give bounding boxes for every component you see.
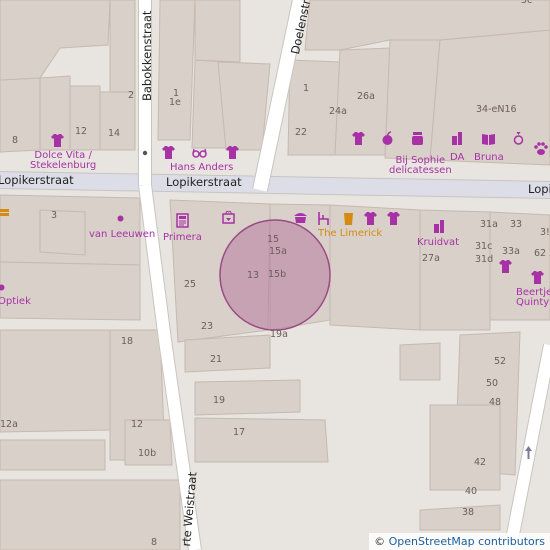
house-number: 8 bbox=[151, 537, 158, 548]
house-number: 62 bbox=[534, 248, 547, 259]
house-number: 5c bbox=[521, 0, 533, 6]
house-number: 3! bbox=[540, 227, 550, 238]
house-number: 31c bbox=[475, 241, 493, 252]
street-label-lopikerstraat-left: Lopikerstraat bbox=[0, 173, 74, 187]
house-number: 52 bbox=[494, 356, 507, 367]
poi-label-primera[interactable]: Primera bbox=[163, 233, 202, 243]
house-number: 3 bbox=[51, 210, 58, 221]
house-number: 12 bbox=[131, 419, 144, 430]
house-number: 22 bbox=[295, 127, 308, 138]
street-label-lopikerstraat-right: Lopi bbox=[528, 182, 550, 196]
circle-dot-icon[interactable] bbox=[0, 280, 9, 295]
pet-icon[interactable] bbox=[533, 141, 548, 156]
house-number: 12a bbox=[0, 419, 18, 430]
clothes-icon[interactable] bbox=[530, 270, 545, 285]
perfume-icon[interactable] bbox=[449, 131, 464, 146]
house-number: 33a bbox=[502, 246, 520, 257]
clothes-icon[interactable] bbox=[386, 211, 401, 226]
poi-label-da[interactable]: DA bbox=[450, 153, 464, 163]
house-number: 13 bbox=[247, 270, 260, 281]
street-label-babokkenstraat: Babokkenstraat bbox=[140, 10, 154, 101]
arrow-up-icon bbox=[521, 445, 536, 460]
house-number: 2 bbox=[128, 90, 135, 101]
attribution-link[interactable]: OpenStreetMap contributors bbox=[389, 535, 545, 548]
house-number: 26a bbox=[357, 91, 375, 102]
poi-label-bij-sophie[interactable]: Bij Sophie delicatessen bbox=[389, 156, 452, 176]
map-canvas[interactable]: Lopikerstraat Lopikerstraat Lopi Babokke… bbox=[0, 0, 550, 550]
house-number: 19 bbox=[213, 395, 226, 406]
ice-cream-icon[interactable] bbox=[0, 205, 10, 220]
scissors-icon[interactable] bbox=[316, 211, 331, 226]
poi-label-optiek[interactable]: Optiek bbox=[0, 297, 31, 307]
house-number: 40 bbox=[465, 486, 478, 497]
house-number: 27a bbox=[422, 253, 440, 264]
house-number: 8 bbox=[12, 135, 19, 146]
house-number: 48 bbox=[489, 397, 502, 408]
poi-label-dolce-vita[interactable]: Dolce Vita / Stekelenburg bbox=[30, 151, 96, 171]
circle-dot-icon[interactable] bbox=[113, 211, 128, 226]
poi-label-beertje-quinty[interactable]: Beertje Quinty bbox=[516, 288, 550, 308]
house-number: 17 bbox=[233, 427, 246, 438]
house-number: 50 bbox=[486, 378, 499, 389]
newspaper-icon[interactable] bbox=[175, 213, 190, 228]
house-number: 25 bbox=[184, 279, 197, 290]
building bbox=[0, 77, 41, 153]
house-number: 19a bbox=[270, 329, 288, 340]
clothes-icon[interactable] bbox=[351, 131, 366, 146]
cake-icon[interactable] bbox=[293, 209, 308, 224]
beer-icon[interactable] bbox=[341, 211, 356, 226]
house-number: 31d bbox=[475, 254, 494, 265]
ring-icon[interactable] bbox=[511, 131, 526, 146]
glasses-icon[interactable] bbox=[192, 145, 207, 160]
poi-label-van-leeuwen[interactable]: van Leeuwen bbox=[89, 230, 155, 240]
house-number: 33 bbox=[510, 219, 523, 230]
apple-icon[interactable] bbox=[380, 131, 395, 146]
house-number: 31a bbox=[480, 219, 498, 230]
house-number: 15 bbox=[267, 234, 280, 245]
house-number: 1 bbox=[303, 83, 310, 94]
poi-label-kruidvat[interactable]: Kruidvat bbox=[417, 238, 459, 248]
attribution[interactable]: © OpenStreetMap contributors bbox=[369, 533, 550, 550]
poi-label-bruna[interactable]: Bruna bbox=[474, 153, 504, 163]
gift-icon[interactable] bbox=[221, 209, 236, 224]
house-number: 18 bbox=[121, 336, 134, 347]
clothes-icon[interactable] bbox=[363, 211, 378, 226]
house-number: 42 bbox=[474, 457, 487, 468]
house-number: 23 bbox=[201, 321, 214, 332]
clothes-icon[interactable] bbox=[498, 259, 513, 274]
house-number: 1e bbox=[169, 97, 181, 108]
clothes-icon[interactable] bbox=[225, 145, 240, 160]
jar-icon[interactable] bbox=[410, 131, 425, 146]
house-number: 21 bbox=[210, 354, 223, 365]
house-number: 15a bbox=[269, 246, 287, 257]
copyright-symbol: © bbox=[374, 535, 386, 548]
house-number: 34-eN16 bbox=[476, 104, 517, 115]
house-number: 12 bbox=[75, 126, 88, 137]
pharmacy-icon[interactable] bbox=[431, 219, 446, 234]
poi-label-hans-anders[interactable]: Hans Anders bbox=[170, 163, 233, 173]
house-number: 24a bbox=[329, 106, 347, 117]
clothes-icon[interactable] bbox=[161, 145, 176, 160]
house-number: 15b bbox=[268, 269, 287, 280]
clothes-icon[interactable] bbox=[50, 133, 65, 148]
poi-label-the-limerick[interactable]: The Limerick bbox=[318, 229, 382, 239]
book-icon[interactable] bbox=[481, 131, 496, 146]
house-number: 38 bbox=[462, 507, 475, 518]
street-label-lopikerstraat-mid: Lopikerstraat bbox=[166, 175, 242, 189]
house-number: 10b bbox=[138, 448, 157, 459]
house-number: 14 bbox=[108, 128, 121, 139]
